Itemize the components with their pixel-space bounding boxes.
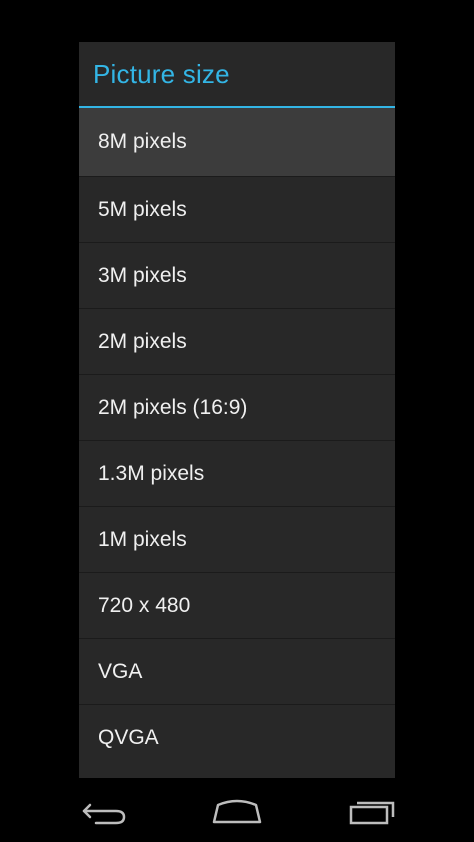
option-5m-pixels[interactable]: 5M pixels bbox=[79, 176, 395, 242]
dialog-title: Picture size bbox=[93, 58, 230, 89]
option-8m-pixels[interactable]: 8M pixels bbox=[79, 108, 395, 176]
dialog-header: Picture size bbox=[79, 42, 395, 108]
recents-icon bbox=[349, 801, 395, 825]
option-vga[interactable]: VGA bbox=[79, 638, 395, 704]
option-3m-pixels[interactable]: 3M pixels bbox=[79, 242, 395, 308]
picture-size-dialog: Picture size 8M pixels 5M pixels 3M pixe… bbox=[79, 42, 395, 778]
navigation-bar bbox=[0, 782, 474, 842]
home-button[interactable] bbox=[207, 794, 267, 830]
option-1-3m-pixels[interactable]: 1.3M pixels bbox=[79, 440, 395, 506]
home-icon bbox=[212, 799, 262, 824]
screen: Picture size 8M pixels 5M pixels 3M pixe… bbox=[0, 0, 474, 842]
back-button[interactable] bbox=[75, 794, 135, 830]
option-2m-pixels[interactable]: 2M pixels bbox=[79, 308, 395, 374]
option-2m-pixels-16-9[interactable]: 2M pixels (16:9) bbox=[79, 374, 395, 440]
option-720x480[interactable]: 720 x 480 bbox=[79, 572, 395, 638]
back-icon bbox=[82, 803, 126, 825]
option-1m-pixels[interactable]: 1M pixels bbox=[79, 506, 395, 572]
recents-button[interactable] bbox=[340, 794, 400, 830]
option-qvga[interactable]: QVGA bbox=[79, 704, 395, 770]
picture-size-options: 8M pixels 5M pixels 3M pixels 2M pixels … bbox=[79, 108, 395, 770]
